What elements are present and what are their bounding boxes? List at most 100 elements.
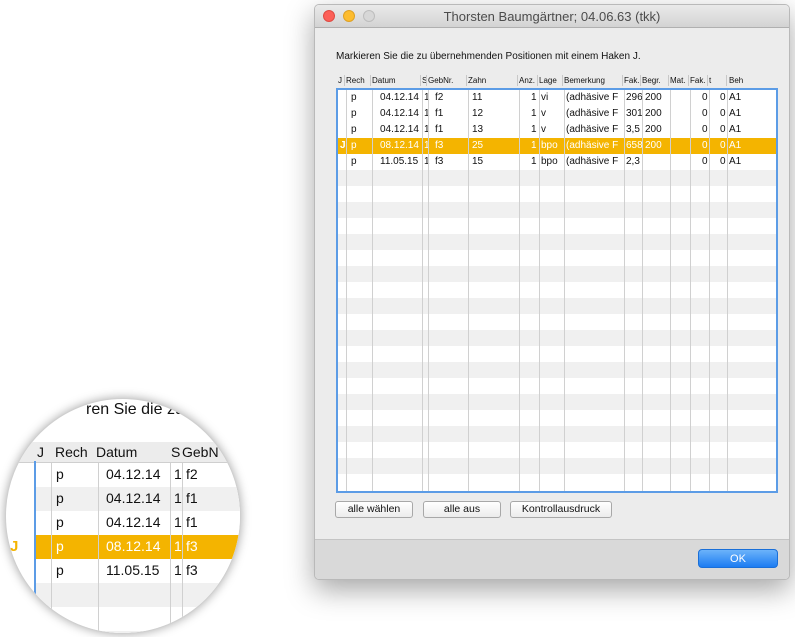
mag-cell-s: 1 [174,466,182,482]
table-header: J Rech Datum S GebNr. Zahn Anz. Lage Bem… [336,75,777,87]
mag-table-row: p 04.12.14 1 f2 [36,463,240,487]
cell-datum: 08.12.14 [380,140,419,151]
cell-fak: 2,3 [626,156,640,167]
cell-lage: vi [541,92,549,103]
header-fak[interactable]: Fak. [624,76,640,85]
mag-header-j: J [37,444,44,460]
cell-anz: 1 [531,140,537,151]
mag-header-s: S [171,444,181,460]
mag-cell-rech: p [56,538,64,554]
cell-anz: 1 [531,108,537,119]
header-rech[interactable]: Rech [346,76,365,85]
mag-cell-s: 1 [174,514,182,530]
cell-lage: bpo [541,156,558,167]
cell-beh: A1 [729,92,742,103]
mag-table-row-selected: p 08.12.14 1 f3 [36,535,240,559]
cell-j[interactable]: J [340,140,346,151]
header-begr[interactable]: Begr. [642,76,661,85]
cell-anz: 1 [531,124,537,135]
cell-begr: 200 [645,92,662,103]
mag-cell-rech: p [56,562,64,578]
header-bemerkung[interactable]: Bemerkung [564,76,605,85]
cell-gebnr: f2 [435,92,444,103]
header-fak-2[interactable]: Fak. [690,76,706,85]
cell-anz: 1 [531,92,537,103]
header-anz[interactable]: Anz. [519,76,535,85]
cell-bemerkung: (adhäsive F [566,108,619,119]
header-j[interactable]: J [338,76,342,85]
mag-header-rech: Rech [55,444,88,460]
mag-cell-datum: 04.12.14 [106,466,161,482]
cell-anz: 1 [531,156,537,167]
magnified-table: p 04.12.14 1 f2 p 04.12.14 1 f1 p 04.12.… [36,463,240,633]
table-row[interactable]: p 04.12.14 1 f1 12 1 v (adhäsive F 301 2… [338,106,776,122]
mag-cell-gebnr: f2 [186,466,198,482]
cell-zahn: 13 [472,124,484,135]
cell-t: 0 [720,140,726,151]
cell-fak: 658 [626,140,643,151]
cell-datum: 04.12.14 [380,108,419,119]
cell-fak: 301 [626,108,643,119]
cell-bemerkung: (adhäsive F [566,156,619,167]
cell-zahn: 12 [472,108,484,119]
ok-button[interactable]: OK [698,549,778,568]
dialog-window: Thorsten Baumgärtner; 04.06.63 (tkk) Mar… [314,4,790,580]
positions-table[interactable]: p 04.12.14 1 f2 11 1 vi (adhäsive F 296 … [336,88,778,493]
cell-begr: 200 [645,124,662,135]
cell-lage: bpo [541,140,558,151]
magnifier-callout: ren Sie die zu J Rech Datum S GebN p 04.… [5,398,241,634]
mag-cell-s: 1 [174,490,182,506]
header-t[interactable]: t [709,76,711,85]
cell-zahn: 15 [472,156,484,167]
cell-rech: p [351,92,357,103]
cell-begr: 200 [645,140,662,151]
table-row[interactable]: p 04.12.14 1 f2 11 1 vi (adhäsive F 296 … [338,90,776,106]
cell-gebnr: f1 [435,108,444,119]
table-row[interactable]: p 04.12.14 1 f1 13 1 v (adhäsive F 3,5 2… [338,122,776,138]
select-all-button[interactable]: alle wählen [335,501,413,518]
header-mat[interactable]: Mat. [670,76,686,85]
cell-begr: 200 [645,108,662,119]
mag-cell-s: 1 [174,562,182,578]
mag-cell-datum: 11.05.15 [106,562,160,578]
header-zahn[interactable]: Zahn [468,76,486,85]
mag-table-row: p 04.12.14 1 f1 [36,487,240,511]
cell-datum: 04.12.14 [380,124,419,135]
instruction-text: Markieren Sie die zu übernehmenden Posit… [336,51,641,62]
cell-datum: 04.12.14 [380,92,419,103]
table-row[interactable]: p 11.05.15 1 f3 15 1 bpo (adhäsive F 2,3… [338,154,776,170]
cell-bemerkung: (adhäsive F [566,92,619,103]
header-lage[interactable]: Lage [539,76,557,85]
mag-cell-gebnr: f1 [186,490,198,506]
header-gebnr[interactable]: GebNr. [428,76,453,85]
cell-fak-2: 0 [702,156,708,167]
cell-fak-2: 0 [702,140,708,151]
mag-cell-rech: p [56,466,64,482]
mag-cell-datum: 04.12.14 [106,514,161,530]
cell-gebnr: f1 [435,124,444,135]
cell-gebnr: f3 [435,140,444,151]
mag-cell-gebnr: f3 [186,538,198,554]
table-row-selected[interactable]: J p 08.12.14 1 f3 25 1 bpo (adhäsive F 6… [338,138,776,154]
mag-cell-j: J [10,538,19,555]
cell-fak-2: 0 [702,92,708,103]
cell-rech: p [351,140,357,151]
cell-gebnr: f3 [435,156,444,167]
cell-bemerkung: (adhäsive F [566,124,619,135]
header-beh[interactable]: Beh [729,76,743,85]
mag-cell-rech: p [56,514,64,530]
cell-beh: A1 [729,140,742,151]
mag-table-row: p 04.12.14 1 f1 [36,511,240,535]
magnified-instruction: ren Sie die zu [86,401,184,418]
cell-t: 0 [720,156,726,167]
mag-cell-gebnr: f1 [186,514,198,530]
deselect-all-button[interactable]: alle aus [423,501,501,518]
mag-cell-rech: p [56,490,64,506]
cell-beh: A1 [729,124,742,135]
mag-cell-gebnr: f3 [186,562,198,578]
title-bar[interactable]: Thorsten Baumgärtner; 04.06.63 (tkk) [315,5,789,28]
control-print-button[interactable]: Kontrollausdruck [510,501,612,518]
cell-fak-2: 0 [702,124,708,135]
cell-datum: 11.05.15 [380,156,419,167]
header-datum[interactable]: Datum [372,76,396,85]
